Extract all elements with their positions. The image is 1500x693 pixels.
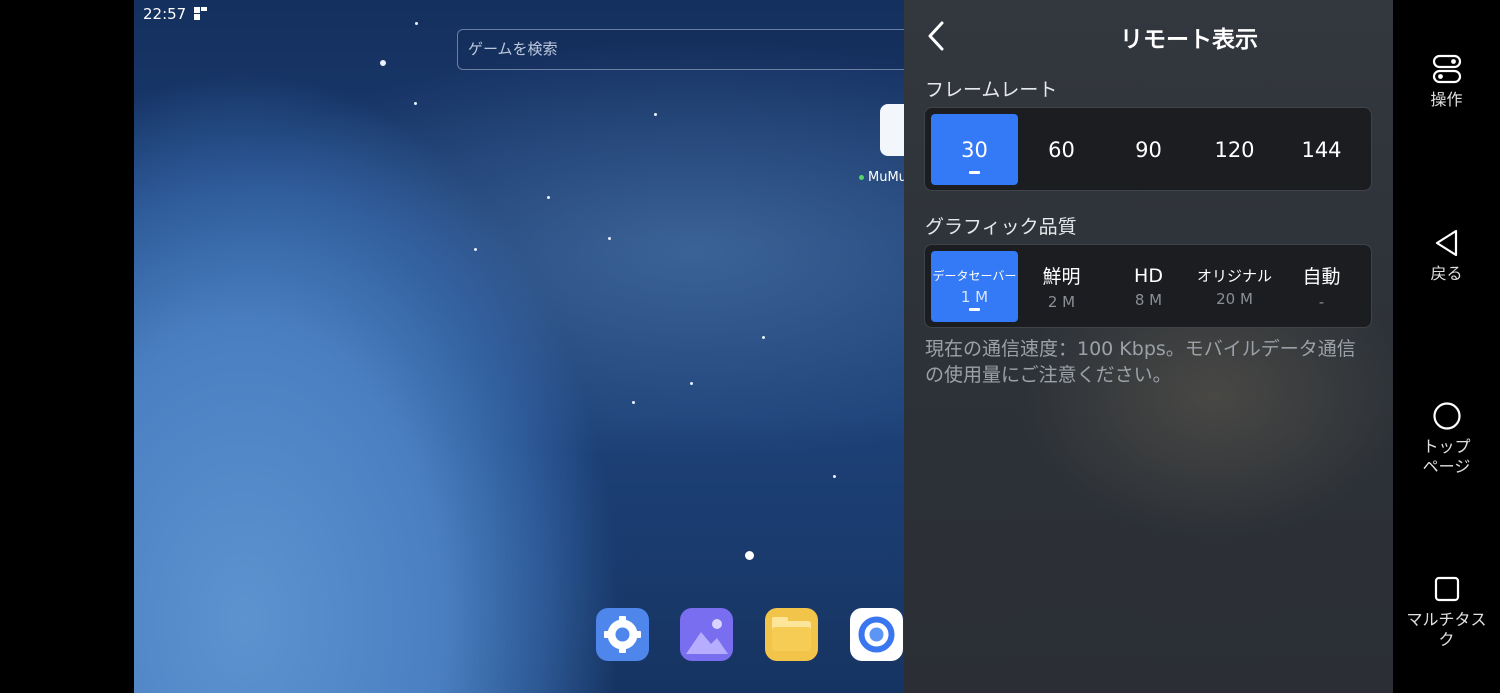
frame-rate-option-144[interactable]: 144 [1278,114,1365,185]
graphics-quality-selector: データセーバー 1 M 鮮明 2 M HD 8 M オリジナル 20 M 自動 … [924,244,1372,328]
notification-icon [194,7,207,20]
option-value: 60 [1048,137,1075,162]
option-bitrate: 2 M [1047,293,1076,311]
multitask-button[interactable]: マルチタスク [1393,574,1500,650]
star [632,401,635,404]
graphics-quality-label: グラフィック品質 [925,216,1077,238]
option-name: 自動 [1302,266,1341,288]
android-home-screen: 22:57 ゲームを検索 MuMu [134,0,904,693]
remote-display-screen: 22:57 ゲームを検索 MuMu リモート表示 フレームレート 30 60 9… [0,0,1500,693]
mumu-app-icon[interactable] [880,104,904,156]
option-value: 30 [961,137,988,162]
game-search-input[interactable]: ゲームを検索 [457,29,904,70]
frame-rate-option-60[interactable]: 60 [1018,114,1105,185]
mumu-app-label: MuMu [859,170,904,185]
frame-rate-option-90[interactable]: 90 [1105,114,1192,185]
star [608,237,611,240]
option-bitrate: - [1318,293,1325,311]
files-app-icon[interactable] [765,608,818,661]
multitask-label: マルチタスク [1406,610,1487,649]
toggle-icon [1432,54,1461,84]
home-label: トップページ [1422,437,1471,476]
star [833,475,836,478]
frame-rate-option-120[interactable]: 120 [1191,114,1278,185]
home-button[interactable]: トップページ [1393,401,1500,477]
star [380,60,386,66]
page-indicator [745,551,754,560]
star [474,248,477,251]
star [414,102,417,105]
option-name: データセーバー [932,269,1017,283]
star [654,113,657,116]
mumu-icon [880,104,904,156]
star [690,382,693,385]
graphics-option-original[interactable]: オリジナル 20 M [1191,251,1278,322]
back-nav-button[interactable]: 戻る [1393,228,1500,284]
home-circle-icon [1432,402,1461,430]
operate-label: 操作 [1430,90,1463,109]
frame-rate-selector: 30 60 90 120 144 [924,107,1372,191]
back-label: 戻る [1430,264,1463,283]
option-name: 鮮明 [1042,266,1081,288]
graphics-option-data-saver[interactable]: データセーバー 1 M [931,251,1018,322]
panel-title: リモート表示 [1120,27,1258,53]
back-triangle-icon [1435,229,1457,257]
multitask-square-icon [1434,576,1459,602]
star [547,196,550,199]
option-name: HD [1134,264,1163,287]
frame-rate-label: フレームレート [925,79,1058,101]
option-bitrate: 20 M [1216,290,1253,308]
graphics-option-hd[interactable]: HD 8 M [1105,251,1192,322]
navigation-rail: 操作 戻る トップページ マルチタスク [1393,0,1500,693]
star [762,336,765,339]
remote-display-panel: リモート表示 フレームレート 30 60 90 120 144 グラフィック品質 [904,0,1393,693]
option-name: オリジナル [1196,267,1272,285]
settings-app-icon[interactable] [596,608,649,661]
graphics-option-clear[interactable]: 鮮明 2 M [1018,251,1105,322]
option-value: 120 [1214,137,1255,162]
option-value: 144 [1301,137,1342,162]
gallery-app-icon[interactable] [680,608,733,661]
operate-button[interactable]: 操作 [1393,54,1500,110]
selected-indicator [969,171,980,174]
star [415,22,418,25]
selected-indicator [969,308,980,311]
option-bitrate: 1 M [960,288,989,306]
option-value: 90 [1135,137,1162,162]
status-time: 22:57 [143,5,187,23]
network-speed-notice: 現在の通信速度：100 Kbps。モバイルデータ通信の使用量にご注意ください。 [925,338,1356,386]
browser-app-icon[interactable] [850,608,903,661]
frame-rate-option-30[interactable]: 30 [931,114,1018,185]
graphics-option-auto[interactable]: 自動 - [1278,251,1365,322]
option-bitrate: 8 M [1134,290,1163,309]
